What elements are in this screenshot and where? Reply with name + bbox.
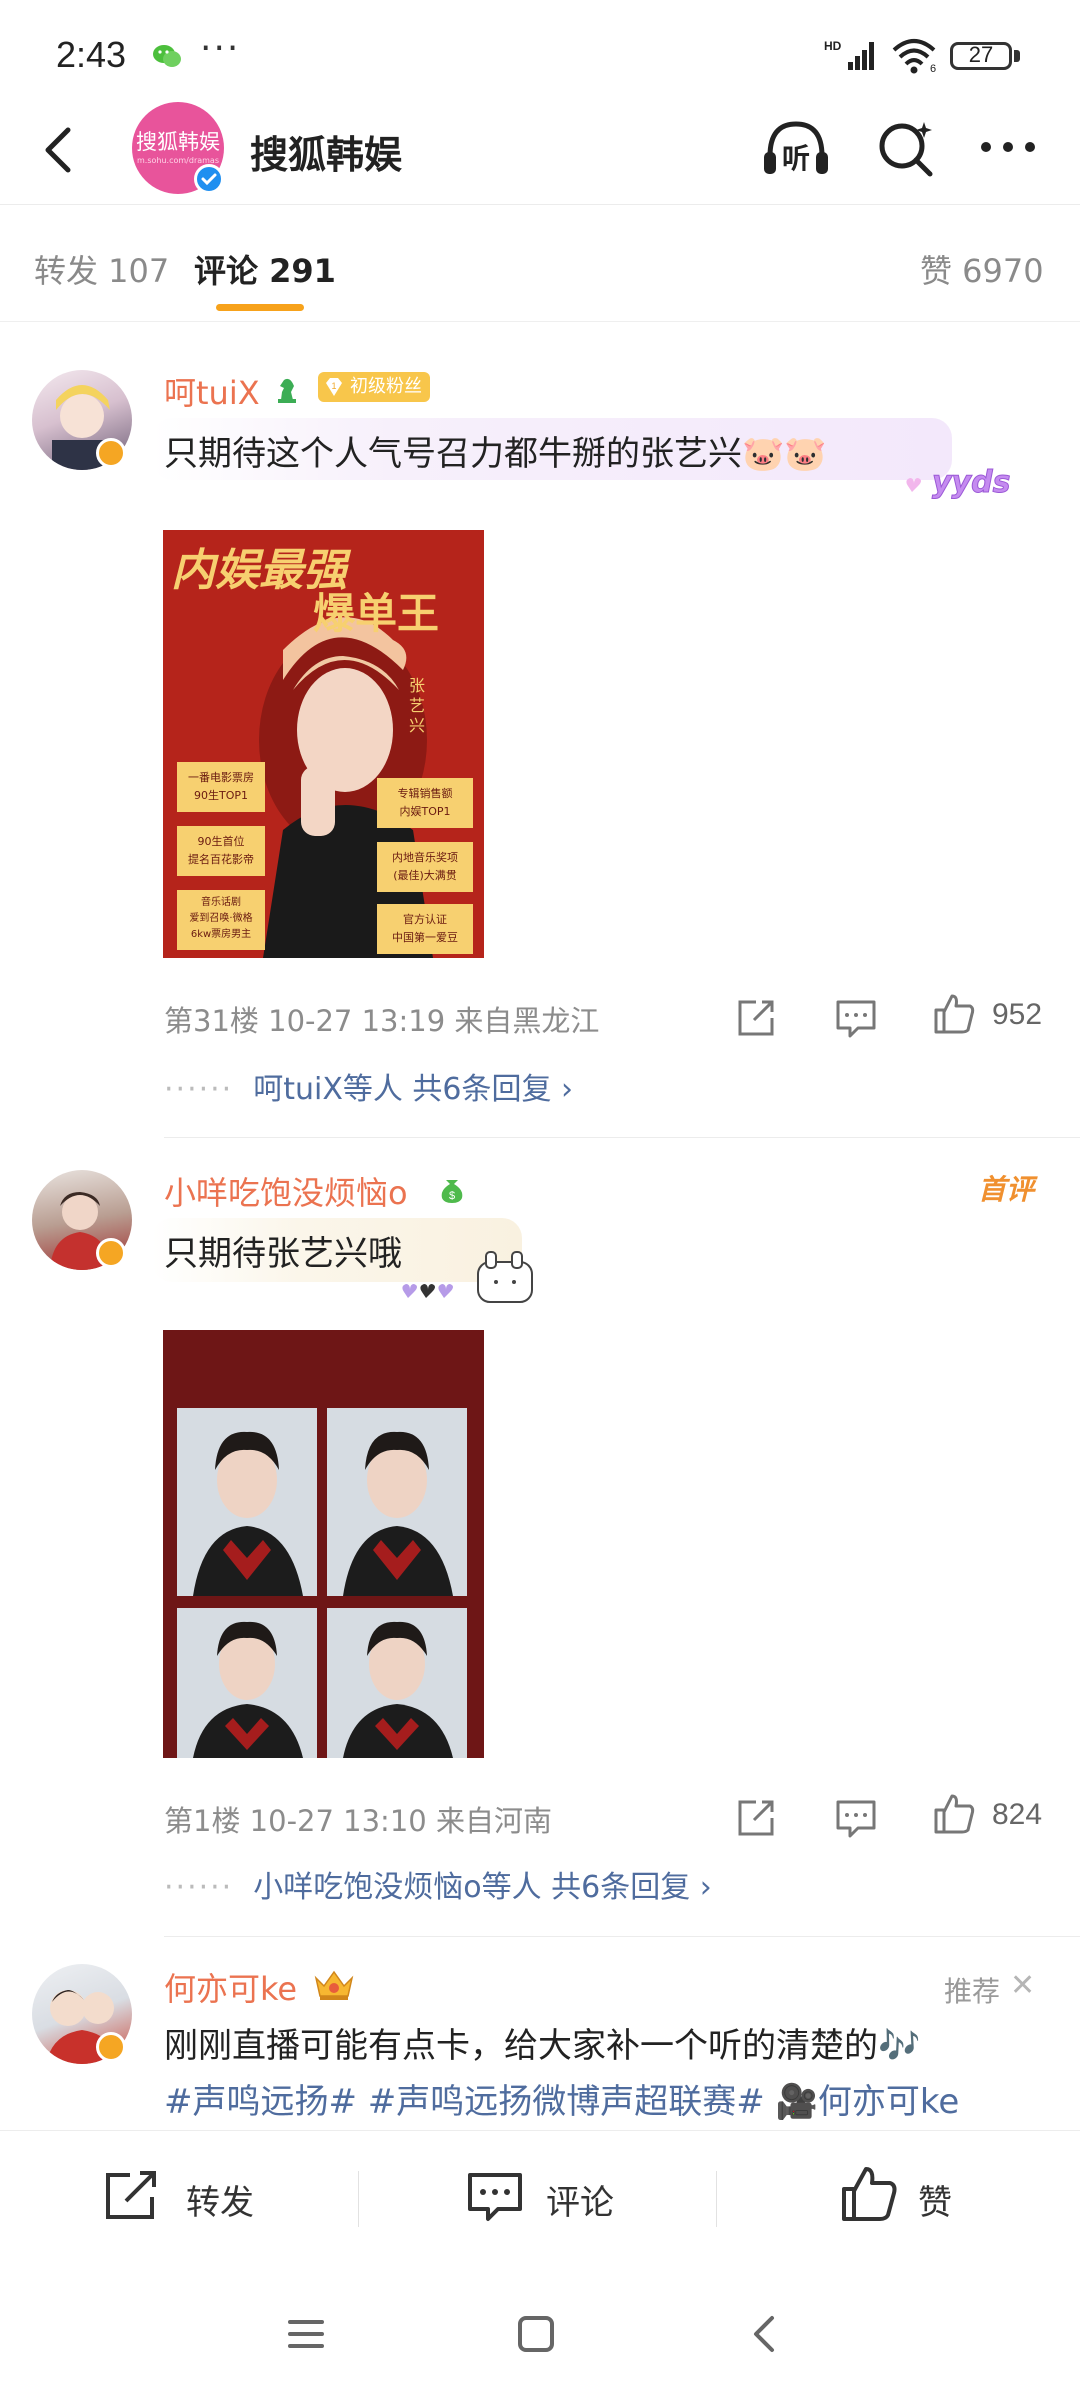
battery-level: 27: [968, 42, 994, 67]
verified-orange-icon: [96, 1238, 126, 1268]
comment-button[interactable]: 评论: [466, 2165, 636, 2225]
repost-label: 转发: [186, 2183, 254, 2223]
system-nav-bar: [0, 2262, 1080, 2400]
share-icon[interactable]: [734, 1796, 778, 1840]
svg-text:听: 听: [782, 142, 810, 175]
avatar-logo-text: 搜狐韩娱: [136, 130, 220, 154]
replies-link[interactable]: ······ 呵tuiX等人 共6条回复 ›: [164, 1064, 573, 1108]
verified-orange-icon: [96, 2032, 126, 2062]
svg-text:HD: HD: [824, 39, 842, 53]
repost-button[interactable]: 转发: [104, 2165, 274, 2225]
id-photo: [177, 1608, 317, 1758]
first-comment-tag: 首评: [977, 1173, 1034, 1206]
replies-link[interactable]: ······ 小咩吃饱没烦恼o等人 共6条回复 ›: [164, 1862, 712, 1906]
comment-divider: [164, 1936, 1080, 1937]
tab-likes[interactable]: 赞 6970: [920, 246, 1044, 292]
comment-icon[interactable]: [834, 1796, 878, 1840]
svg-text:6: 6: [930, 63, 936, 74]
comment-text: 只期待张艺兴哦: [164, 1234, 402, 1274]
diamond-level-icon: 1: [326, 378, 342, 396]
poster-box: 专辑销售额 内娱TOP1: [377, 778, 473, 828]
comment-icon[interactable]: [834, 996, 878, 1040]
comment-username[interactable]: 何亦可ke: [164, 1964, 297, 2010]
like-icon[interactable]: [932, 992, 976, 1036]
sticker-text: yyds: [932, 465, 1010, 500]
poster-headline-2: 爆单王: [313, 589, 440, 638]
more-icon[interactable]: [976, 122, 1040, 172]
action-separator: [358, 2171, 359, 2227]
id-photo: [327, 1408, 467, 1596]
thumbs-up-icon: [842, 2167, 897, 2221]
poster-box: 内地音乐奖项 (最佳)大满贯: [377, 842, 473, 892]
replies-text: 小咩吃饱没烦恼o等人 共6条回复 ›: [253, 1870, 712, 1905]
active-tab-indicator: [216, 304, 304, 311]
like-label: 赞: [918, 2183, 952, 2223]
verified-orange-icon: [96, 438, 126, 468]
id-photo: [177, 1408, 317, 1596]
search-icon[interactable]: [874, 116, 938, 180]
battery-cap: [1014, 50, 1020, 62]
comment-bubble-icon: [468, 2173, 522, 2221]
like-count: 952: [992, 998, 1043, 1031]
comment-image[interactable]: 内娱最强 爆单王 张艺兴 一番电影票房 90生TOP1 90生首位 提名百花影帝…: [163, 530, 484, 958]
status-bar: 2:43 ··· HD 6 27: [0, 0, 1080, 100]
tab-comments[interactable]: 评论 291: [194, 246, 336, 292]
more-notifications-icon: ···: [200, 28, 241, 69]
recommend-tag: 推荐: [944, 1975, 1001, 2008]
comment-image[interactable]: [163, 1330, 484, 1758]
menu-icon[interactable]: [284, 2312, 328, 2356]
member-money-bag-icon: $: [441, 1180, 463, 1203]
share-icon[interactable]: [734, 996, 778, 1040]
comment-text: 刚刚直播可能有点卡，给大家补一个听的清楚的🎶: [164, 2026, 921, 2066]
yyds-sticker: yyds: [906, 465, 1011, 501]
comment-text: 只期待这个人气号召力都牛掰的张艺兴🐷🐷: [164, 434, 827, 474]
bottom-action-bar: 转发 评论 赞: [0, 2130, 1080, 2260]
account-name[interactable]: 搜狐韩娱: [250, 124, 402, 179]
id-photo: [327, 1608, 467, 1758]
svg-text:1: 1: [331, 381, 336, 391]
nav-back-icon[interactable]: [744, 2312, 788, 2356]
comment-meta: 第1楼 10-27 13:10 来自河南: [164, 1804, 552, 1838]
svg-text:$: $: [449, 1190, 455, 1202]
bunny-hearts-sticker: [402, 1251, 533, 1303]
like-button[interactable]: 赞: [840, 2165, 990, 2225]
top-header: 搜狐韩娱 m.sohu.com/dramas 搜狐韩娱 听: [0, 100, 1080, 205]
poster-box: 一番电影票房 90生TOP1: [177, 762, 265, 812]
action-separator: [716, 2171, 717, 2227]
wifi-icon: 6: [892, 39, 936, 74]
replies-dots: ······: [164, 1870, 234, 1905]
status-time: 2:43: [56, 34, 127, 75]
verified-blue-icon: [194, 164, 224, 194]
poster-name: 张艺兴: [409, 676, 426, 735]
close-icon[interactable]: ✕: [1010, 1968, 1035, 2003]
back-icon[interactable]: [30, 118, 90, 182]
comment-username[interactable]: 小咩吃饱没烦恼o: [164, 1168, 408, 1214]
home-icon[interactable]: [514, 2312, 558, 2356]
topic-links[interactable]: #声鸣远扬# #声鸣远扬微博声超联赛# 🎥何亦可ke: [164, 2074, 959, 2123]
poster-box: 90生首位 提名百花影帝: [177, 826, 265, 876]
listen-icon[interactable]: 听: [760, 116, 832, 180]
content-tabs: 转发 107 评论 291 赞 6970: [0, 206, 1080, 322]
comment-divider: [164, 1137, 1080, 1138]
repost-icon: [106, 2171, 156, 2219]
like-icon[interactable]: [932, 1792, 976, 1836]
fan-level-badge: 1 初级粉丝: [318, 372, 430, 402]
comment-username[interactable]: 呵tuiX: [164, 368, 260, 414]
wechat-notification-icon: [153, 45, 181, 67]
replies-text: 呵tuiX等人 共6条回复 ›: [253, 1072, 574, 1107]
member-chess-icon: [278, 378, 296, 403]
replies-dots: ······: [164, 1072, 234, 1107]
tab-repost[interactable]: 转发 107: [34, 246, 169, 292]
battery-icon: 27: [950, 42, 1012, 70]
photo-grid-artwork: [163, 1330, 484, 1758]
poster-box: 音乐话剧 爱到召唤·微格 6kw票房男主: [177, 890, 265, 950]
comment-label: 评论: [546, 2183, 614, 2223]
comment-meta: 第31楼 10-27 13:19 来自黑龙江: [164, 1004, 600, 1038]
crown-level-icon: [314, 1970, 354, 2000]
poster-box: 官方认证 中国第一爱豆: [377, 904, 473, 954]
fan-level-text: 初级粉丝: [350, 376, 422, 397]
signal-icon: HD: [824, 39, 874, 70]
like-count: 824: [992, 1798, 1043, 1831]
